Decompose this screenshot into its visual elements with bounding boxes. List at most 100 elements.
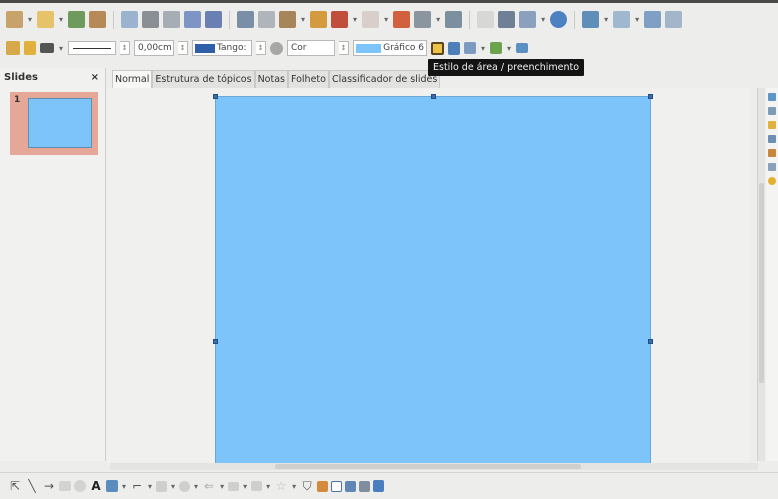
zoom-icon[interactable] (519, 11, 537, 28)
arrow-style-icon[interactable] (40, 43, 54, 53)
chevron-down-icon[interactable]: ▾ (266, 482, 270, 491)
chevron-down-icon[interactable]: ▾ (59, 44, 63, 53)
tab-slide-sorter[interactable]: Classificador de slides (328, 70, 441, 88)
block-arrows-icon[interactable]: ⇐ (202, 479, 216, 493)
line-width-field[interactable]: 0,00cm (134, 40, 175, 56)
flip-icon[interactable] (516, 43, 529, 53)
grid-icon[interactable] (477, 11, 495, 28)
chevron-down-icon[interactable]: ▾ (292, 482, 296, 491)
selection-handle-top-left[interactable] (213, 94, 218, 99)
chevron-down-icon[interactable]: ▾ (353, 15, 357, 24)
ellipse-icon[interactable] (74, 480, 86, 492)
insert-image-icon[interactable] (345, 480, 357, 492)
slide-layout-icon[interactable] (613, 11, 631, 28)
insert-table-icon[interactable] (359, 480, 371, 492)
presentation-icon[interactable] (665, 11, 683, 28)
line-width-spin[interactable]: ↕ (178, 41, 189, 55)
chevron-down-icon[interactable]: ▾ (541, 15, 545, 24)
chevron-down-icon[interactable]: ▾ (384, 15, 388, 24)
navigator-icon[interactable] (768, 177, 776, 185)
close-icon[interactable]: × (91, 72, 99, 83)
connector-icon[interactable]: ⌐ (130, 479, 144, 493)
horizontal-scrollbar-thumb[interactable] (275, 464, 581, 469)
3d-objects-icon[interactable] (373, 480, 385, 492)
tab-outline[interactable]: Estrutura de tópicos (152, 70, 255, 88)
selection-handle-left[interactable] (213, 339, 218, 344)
pdf-icon[interactable] (121, 11, 139, 28)
selection-handle-top[interactable] (431, 94, 436, 99)
autocorrect-icon[interactable] (205, 11, 223, 28)
horizontal-scrollbar[interactable] (110, 463, 758, 470)
print-icon[interactable] (142, 11, 160, 28)
table-icon[interactable] (414, 11, 432, 28)
area-style-icon[interactable] (431, 41, 445, 55)
tab-handout[interactable]: Folheto (287, 70, 329, 88)
export-icon[interactable] (89, 11, 107, 28)
slide-thumbnail[interactable] (28, 98, 92, 148)
help-icon[interactable] (550, 11, 568, 28)
line-style-spin[interactable]: ↕ (120, 41, 131, 55)
line-color-spin[interactable]: ↕ (256, 41, 267, 55)
stars-icon[interactable]: ☆ (274, 479, 288, 493)
select-icon[interactable]: ⇱ (8, 479, 22, 493)
rectangle-icon[interactable] (59, 481, 71, 491)
fontwork-icon[interactable]: A (89, 479, 103, 493)
text-icon[interactable] (331, 480, 343, 492)
callouts-icon[interactable] (251, 481, 263, 491)
chevron-down-icon[interactable]: ▾ (635, 15, 639, 24)
line-icon[interactable] (24, 41, 36, 55)
gallery-icon[interactable] (768, 163, 776, 171)
redo-icon[interactable] (362, 11, 380, 28)
print-preview-icon[interactable] (163, 11, 181, 28)
paste-icon[interactable] (279, 11, 297, 28)
line-style-select[interactable] (68, 41, 117, 55)
properties-icon[interactable] (768, 93, 776, 101)
points-icon[interactable]: ⛉ (300, 479, 314, 494)
vertical-scrollbar[interactable] (757, 88, 765, 461)
area-mode-select[interactable]: Cor (287, 40, 336, 56)
chevron-down-icon[interactable]: ▾ (171, 482, 175, 491)
copy-icon[interactable] (258, 11, 276, 28)
chevron-down-icon[interactable]: ▾ (122, 482, 126, 491)
vertical-scrollbar-thumb[interactable] (759, 183, 764, 383)
line-color-select[interactable]: Tango: (192, 40, 253, 56)
image-icon[interactable] (445, 11, 463, 28)
chevron-down-icon[interactable]: ▾ (243, 482, 247, 491)
line-icon[interactable]: ╲ (25, 479, 39, 493)
open-icon[interactable] (37, 11, 55, 28)
animation-icon[interactable] (768, 121, 776, 129)
chevron-down-icon[interactable]: ▾ (507, 44, 511, 53)
chevron-down-icon[interactable]: ▾ (604, 15, 608, 24)
chevron-down-icon[interactable]: ▾ (436, 15, 440, 24)
clone-formatting-icon[interactable] (310, 11, 328, 28)
chart-icon[interactable] (393, 11, 411, 28)
slide-thumbnail-item[interactable]: 1 (10, 92, 98, 155)
selection-handle-right[interactable] (648, 339, 653, 344)
slide-canvas[interactable] (107, 88, 749, 465)
area-fill-select[interactable]: Gráfico 6 (353, 40, 428, 56)
chevron-down-icon[interactable]: ▾ (194, 482, 198, 491)
align-icon[interactable] (464, 42, 477, 54)
transition-icon[interactable] (768, 135, 776, 143)
chevron-down-icon[interactable]: ▾ (220, 482, 224, 491)
styles-icon[interactable] (768, 149, 776, 157)
chevron-down-icon[interactable]: ▾ (59, 15, 63, 24)
chevron-down-icon[interactable]: ▾ (148, 482, 152, 491)
display-views-icon[interactable] (582, 11, 600, 28)
shadow-icon[interactable] (448, 41, 461, 55)
spellcheck-icon[interactable] (184, 11, 202, 28)
arrange-icon[interactable] (490, 42, 503, 54)
chevron-down-icon[interactable]: ▾ (28, 15, 32, 24)
curve-icon[interactable] (106, 480, 118, 492)
arrow-line-icon[interactable]: → (42, 479, 56, 493)
cut-icon[interactable] (237, 11, 255, 28)
area-bucket-icon[interactable] (270, 41, 284, 55)
chevron-down-icon[interactable]: ▾ (481, 44, 485, 53)
selected-rectangle-shape[interactable] (213, 94, 653, 465)
navigator-icon[interactable] (498, 11, 516, 28)
save-icon[interactable] (68, 11, 86, 28)
area-mode-spin[interactable]: ↕ (339, 41, 350, 55)
master-pages-icon[interactable] (768, 107, 776, 115)
glue-points-icon[interactable] (317, 480, 329, 492)
symbol-shapes-icon[interactable] (179, 480, 191, 492)
